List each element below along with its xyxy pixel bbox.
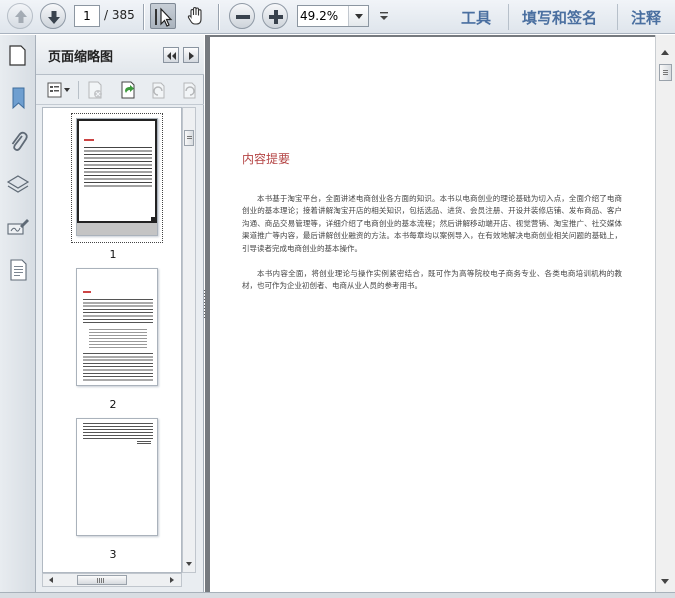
zoom-in-button[interactable] bbox=[262, 3, 288, 29]
zoom-out-button[interactable] bbox=[229, 3, 255, 29]
thumbnail-text-lines bbox=[83, 423, 153, 439]
thumbnail-vertical-scrollbar[interactable] bbox=[182, 107, 196, 573]
double-chevron-left-icon bbox=[167, 52, 176, 60]
delete-page-icon bbox=[88, 81, 102, 99]
options-menu-button[interactable] bbox=[46, 80, 72, 100]
status-strip bbox=[0, 592, 675, 598]
grip-icon bbox=[663, 70, 668, 75]
grip-icon bbox=[97, 578, 105, 583]
document-vertical-scrollbar[interactable] bbox=[655, 35, 675, 592]
document-paragraph: 本书基于淘宝平台，全面讲述电商创业各方面的知识。本书以电商创业的理论基础为切入点… bbox=[242, 194, 622, 253]
thumbnail-heading bbox=[83, 291, 91, 293]
expand-panel-button[interactable] bbox=[183, 47, 199, 63]
toolbar-divider bbox=[617, 4, 618, 30]
page-number-input[interactable] bbox=[74, 5, 100, 27]
rotate-left-button[interactable] bbox=[148, 80, 168, 100]
thumbnail-list[interactable]: 1 2 3 bbox=[42, 107, 182, 573]
plus-icon bbox=[269, 10, 283, 24]
resize-handle[interactable] bbox=[151, 217, 156, 222]
zoom-dropdown-button[interactable] bbox=[348, 6, 368, 26]
thumbnail-signature bbox=[137, 441, 151, 445]
zoom-level-input[interactable] bbox=[300, 7, 348, 25]
comment-tab[interactable]: 注释 bbox=[631, 7, 661, 28]
overflow-menu-icon bbox=[380, 12, 388, 20]
panel-toolbar-divider bbox=[78, 81, 79, 99]
more-tools-button[interactable] bbox=[377, 8, 391, 24]
hand-tool-button[interactable] bbox=[183, 3, 209, 29]
chevron-down-icon bbox=[355, 14, 363, 19]
bookmarks-button[interactable] bbox=[5, 85, 31, 111]
toolbar-divider bbox=[143, 4, 144, 30]
scrollbar-thumb[interactable] bbox=[659, 64, 672, 81]
paperclip-icon bbox=[11, 131, 28, 151]
document-page-icon bbox=[10, 259, 27, 281]
thumbnail-text-lines bbox=[83, 299, 153, 325]
fill-and-sign-tab[interactable]: 填写和签名 bbox=[522, 7, 597, 28]
page-total: / 385 bbox=[104, 8, 135, 22]
pages-icon bbox=[9, 45, 26, 66]
list-options-icon bbox=[47, 82, 70, 98]
page-thumbnails-button[interactable] bbox=[5, 257, 31, 283]
scroll-left-arrow-icon[interactable] bbox=[46, 574, 56, 586]
tools-tab[interactable]: 工具 bbox=[461, 7, 491, 28]
thumbnail-label: 1 bbox=[109, 248, 117, 261]
select-tool-button[interactable] bbox=[150, 3, 176, 29]
panel-title: 页面缩略图 bbox=[48, 50, 114, 65]
rotate-counterclockwise-icon bbox=[152, 82, 165, 99]
bookmark-icon bbox=[12, 87, 25, 110]
panel-header: 页面缩略图 bbox=[9, 35, 204, 75]
thumbnail-label: 2 bbox=[109, 398, 117, 411]
thumbnail-table bbox=[89, 329, 147, 349]
hand-icon bbox=[187, 6, 202, 25]
thumbnail-page-2[interactable] bbox=[76, 268, 158, 386]
layers-icon bbox=[6, 175, 30, 193]
rotate-clockwise-icon bbox=[183, 82, 196, 99]
signature-pen-icon bbox=[7, 219, 29, 235]
page-thumbnails-panel: 页面缩略图 1 2 3 bbox=[9, 35, 204, 592]
signatures-button[interactable] bbox=[5, 214, 31, 240]
insert-page-icon bbox=[121, 81, 135, 99]
next-page-button[interactable] bbox=[40, 3, 66, 29]
minus-icon bbox=[236, 15, 250, 19]
scrollbar-thumb[interactable] bbox=[77, 575, 127, 585]
scroll-down-arrow-icon[interactable] bbox=[183, 559, 195, 569]
thumbnail-page-3[interactable] bbox=[76, 418, 158, 536]
previous-page-button[interactable] bbox=[7, 3, 33, 29]
document-heading: 内容提要 bbox=[242, 152, 291, 166]
grip-icon bbox=[187, 136, 192, 140]
scroll-right-arrow-icon[interactable] bbox=[167, 574, 177, 586]
thumbnail-horizontal-scrollbar[interactable] bbox=[42, 573, 182, 587]
rotate-right-button[interactable] bbox=[179, 80, 199, 100]
collapse-panel-button[interactable] bbox=[163, 47, 179, 63]
layers-button[interactable] bbox=[5, 171, 31, 197]
thumbnail-page-1[interactable] bbox=[76, 118, 158, 236]
attachments-button[interactable] bbox=[5, 128, 31, 154]
delete-page-button[interactable] bbox=[85, 80, 105, 100]
arrow-up-icon bbox=[15, 10, 27, 23]
document-paragraph: 本书内容全面，将创业理论与操作实例紧密结合，既可作为高等院校电子商务专业、各类电… bbox=[242, 269, 622, 291]
thumbnail-text-lines bbox=[83, 353, 153, 381]
panel-toolbar bbox=[36, 75, 204, 105]
insert-page-button[interactable] bbox=[118, 80, 138, 100]
thumbnail-shadow bbox=[77, 223, 157, 235]
document-page bbox=[210, 37, 655, 592]
thumbnail-heading bbox=[84, 139, 94, 141]
navigation-rail bbox=[0, 35, 36, 592]
scroll-up-arrow-icon[interactable] bbox=[656, 47, 674, 59]
thumbnail-label: 3 bbox=[109, 548, 117, 561]
arrow-down-icon bbox=[48, 11, 60, 24]
cursor-arrow-icon bbox=[155, 7, 173, 27]
chevron-right-icon bbox=[189, 52, 194, 60]
toolbar-divider bbox=[218, 4, 219, 30]
scrollbar-thumb[interactable] bbox=[184, 130, 194, 146]
thumbnail-text-lines bbox=[84, 147, 152, 187]
main-toolbar: / 385 工具 填写和签名 注释 bbox=[0, 0, 675, 34]
scroll-down-arrow-icon[interactable] bbox=[656, 575, 674, 587]
toolbar-divider bbox=[508, 4, 509, 30]
zoom-level-select[interactable] bbox=[297, 5, 369, 27]
